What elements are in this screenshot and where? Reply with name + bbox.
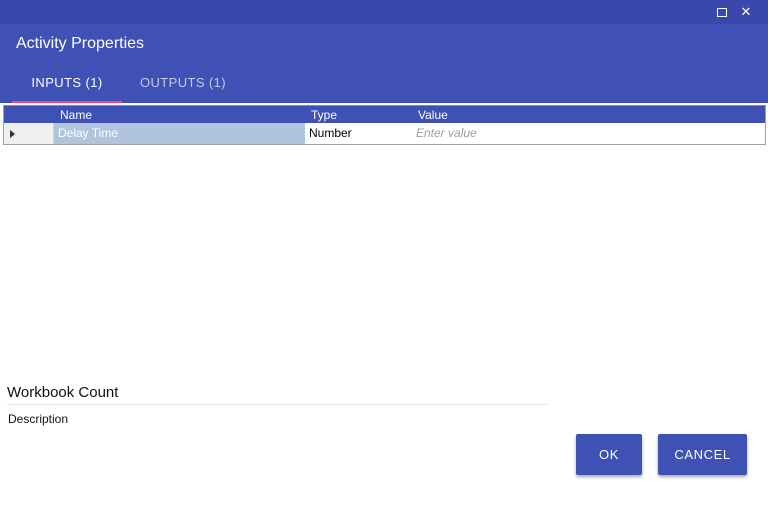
dialog-title: Activity Properties — [16, 35, 145, 52]
table-row[interactable]: Delay Time Number Enter value — [4, 123, 765, 144]
cell-name[interactable]: Delay Time — [54, 123, 305, 144]
row-selector[interactable] — [4, 123, 54, 144]
inputs-grid: Name Type Value Delay Time Number Enter … — [3, 105, 766, 145]
column-header-type[interactable]: Type — [311, 108, 337, 122]
cell-type[interactable]: Number — [305, 123, 412, 144]
cancel-button[interactable]: CANCEL — [658, 434, 747, 475]
tab-inputs-label: INPUTS (1) — [31, 75, 103, 90]
close-icon: ✕ — [740, 4, 752, 20]
maximize-button[interactable] — [713, 3, 731, 21]
activity-name: Workbook Count — [7, 384, 119, 401]
grid-header: Name Type Value — [4, 105, 765, 123]
window-titlebar: ✕ — [0, 0, 768, 24]
dialog-header: Activity Properties INPUTS (1) OUTPUTS (… — [0, 24, 768, 103]
description-label: Description — [8, 412, 69, 426]
tab-inputs[interactable]: INPUTS (1) — [12, 74, 122, 103]
ok-button[interactable]: OK — [576, 434, 642, 475]
cell-value-input[interactable]: Enter value — [412, 123, 765, 144]
maximize-icon — [717, 7, 727, 17]
close-button[interactable]: ✕ — [737, 3, 755, 21]
tab-outputs-label: OUTPUTS (1) — [139, 75, 226, 90]
column-header-name[interactable]: Name — [60, 108, 92, 122]
column-header-value[interactable]: Value — [418, 108, 448, 122]
row-pointer-icon — [10, 129, 15, 138]
divider — [7, 404, 547, 405]
tab-outputs[interactable]: OUTPUTS (1) — [128, 74, 238, 103]
